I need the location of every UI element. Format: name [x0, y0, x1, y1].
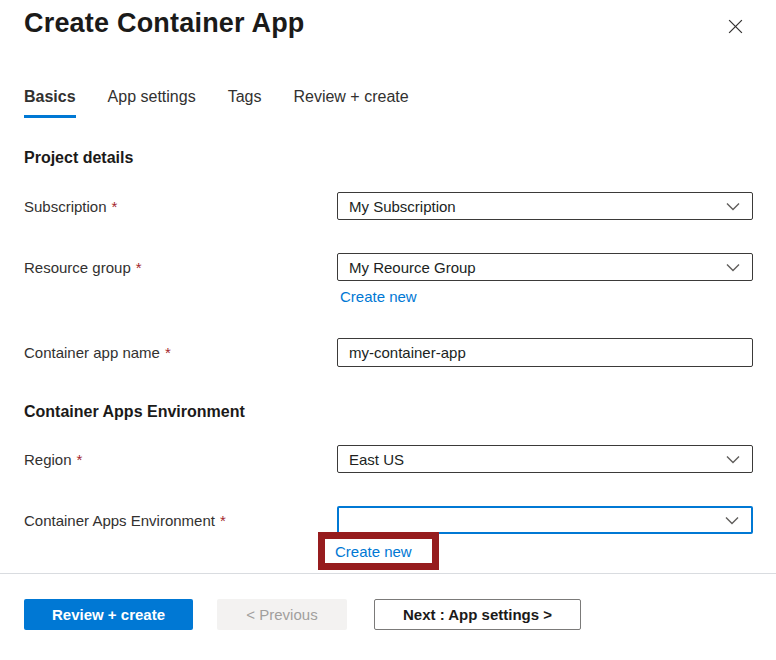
region-label: Region* — [24, 445, 337, 473]
chevron-down-icon — [726, 263, 740, 272]
subscription-dropdown[interactable]: My Subscription — [337, 192, 753, 220]
required-asterisk: * — [136, 259, 142, 276]
subscription-value: My Subscription — [349, 198, 456, 215]
container-apps-environment-row: Container Apps Environment* — [24, 506, 753, 534]
create-container-app-dialog: { "dialog": { "title": "Create Container… — [0, 0, 776, 660]
create-new-resource-group-link[interactable]: Create new — [340, 288, 417, 305]
subscription-row: Subscription* My Subscription — [24, 192, 753, 220]
container-apps-environment-label: Container Apps Environment* — [24, 506, 337, 534]
region-dropdown[interactable]: East US — [337, 445, 753, 473]
chevron-down-icon — [726, 455, 740, 464]
required-asterisk: * — [220, 512, 226, 529]
tab-review-create[interactable]: Review + create — [293, 88, 408, 118]
chevron-down-icon — [725, 516, 739, 525]
resource-group-row: Resource group* My Reource Group — [24, 253, 753, 281]
close-icon[interactable] — [722, 13, 748, 39]
container-app-name-input[interactable]: my-container-app — [337, 338, 753, 367]
resource-group-value: My Reource Group — [349, 259, 476, 276]
region-value: East US — [349, 451, 404, 468]
resource-group-label: Resource group* — [24, 253, 337, 281]
container-app-name-value: my-container-app — [349, 344, 466, 361]
previous-button[interactable]: < Previous — [217, 599, 347, 630]
tab-bar: Basics App settings Tags Review + create — [24, 88, 409, 118]
container-app-name-label: Container app name* — [24, 338, 337, 367]
tab-basics[interactable]: Basics — [24, 88, 76, 118]
tab-tags[interactable]: Tags — [228, 88, 262, 118]
create-new-environment-link[interactable]: Create new — [335, 543, 412, 560]
container-app-name-row: Container app name* my-container-app — [24, 338, 753, 367]
region-row: Region* East US — [24, 445, 753, 473]
section-container-apps-environment: Container Apps Environment — [24, 403, 245, 421]
chevron-down-icon — [726, 202, 740, 211]
annotation-highlight-box: Create new — [318, 532, 439, 570]
container-apps-environment-dropdown[interactable] — [337, 506, 753, 534]
required-asterisk: * — [112, 198, 118, 215]
review-create-button[interactable]: Review + create — [24, 599, 193, 630]
page-title: Create Container App — [24, 8, 305, 39]
subscription-label: Subscription* — [24, 192, 337, 220]
section-project-details: Project details — [24, 149, 133, 167]
tab-app-settings[interactable]: App settings — [108, 88, 196, 118]
footer-divider — [0, 573, 776, 574]
next-app-settings-button[interactable]: Next : App settings > — [374, 599, 581, 630]
required-asterisk: * — [165, 344, 171, 361]
required-asterisk: * — [77, 451, 83, 468]
resource-group-dropdown[interactable]: My Reource Group — [337, 253, 753, 281]
